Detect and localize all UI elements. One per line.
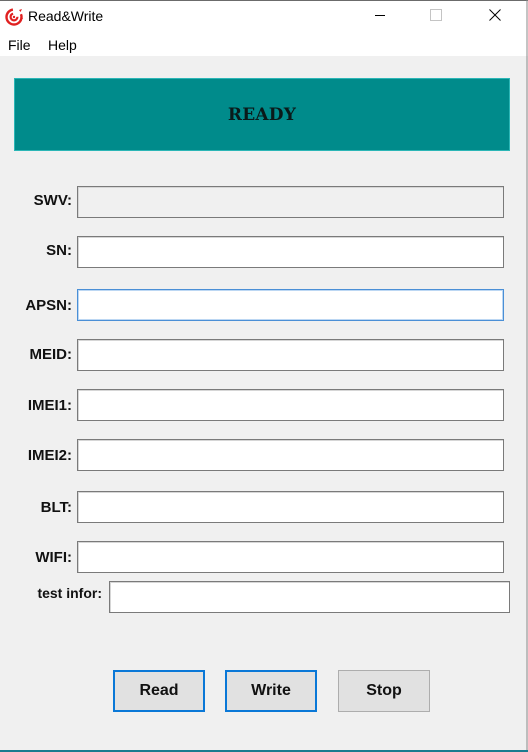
apsn-label: APSN: bbox=[25, 297, 72, 314]
window-title: Read&Write bbox=[28, 8, 104, 24]
menu-bar: File Help bbox=[0, 32, 528, 56]
menu-file[interactable]: File bbox=[8, 37, 31, 53]
maximize-icon bbox=[430, 8, 442, 26]
write-button[interactable]: Write bbox=[225, 670, 317, 712]
imei1-field[interactable] bbox=[77, 389, 504, 421]
wifi-field[interactable] bbox=[77, 541, 504, 573]
swv-field[interactable] bbox=[77, 186, 504, 218]
meid-label: MEID: bbox=[29, 346, 73, 363]
test-infor-label: test infor: bbox=[37, 585, 102, 601]
sn-field[interactable] bbox=[77, 236, 504, 268]
close-button[interactable] bbox=[472, 1, 518, 32]
wifi-label: WIFI: bbox=[35, 549, 72, 566]
imei1-label: IMEI1: bbox=[27, 397, 72, 414]
read-button[interactable]: Read bbox=[113, 670, 205, 712]
blt-label: BLT: bbox=[40, 499, 72, 516]
blt-field[interactable] bbox=[77, 491, 504, 523]
minimize-button[interactable] bbox=[357, 1, 403, 32]
stop-button[interactable]: Stop bbox=[338, 670, 430, 712]
status-text: READY bbox=[227, 104, 297, 125]
apsn-field[interactable] bbox=[77, 289, 504, 321]
status-banner: READY bbox=[14, 78, 510, 151]
swv-label: SWV: bbox=[33, 192, 72, 209]
menu-help[interactable]: Help bbox=[48, 37, 77, 53]
swirl-logo-icon bbox=[5, 8, 23, 26]
imei2-field[interactable] bbox=[77, 439, 504, 471]
minimize-icon bbox=[374, 8, 386, 26]
meid-field[interactable] bbox=[77, 339, 504, 371]
imei2-label: IMEI2: bbox=[27, 447, 72, 464]
test-infor-field[interactable] bbox=[109, 581, 510, 613]
close-icon bbox=[489, 8, 501, 26]
maximize-button[interactable] bbox=[413, 1, 459, 32]
sn-label: SN: bbox=[46, 242, 72, 259]
title-bar[interactable]: Read&Write bbox=[0, 0, 528, 32]
